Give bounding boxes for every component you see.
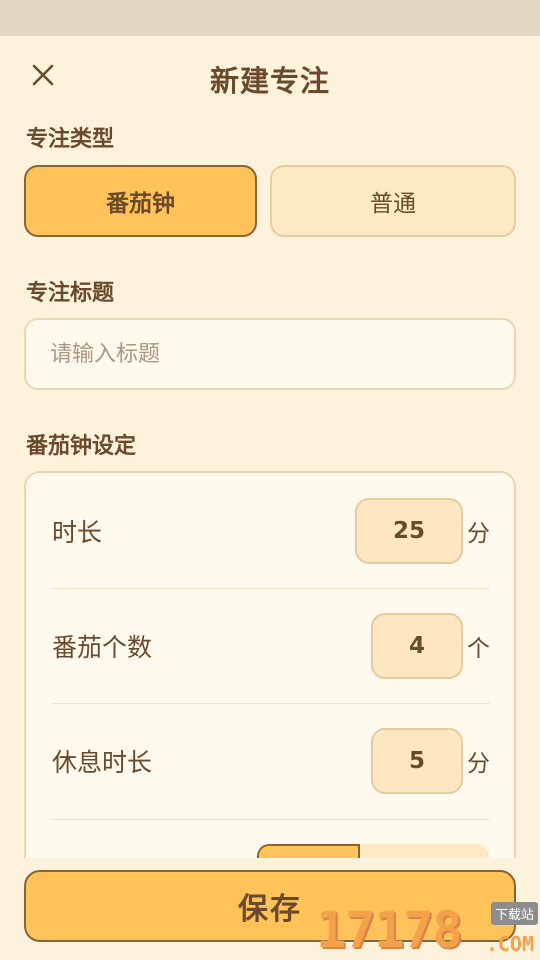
duration-value-input[interactable]: 25 <box>355 498 463 564</box>
setting-label-duration: 时长 <box>52 518 103 547</box>
setting-row-count: 番茄个数 4 个 <box>52 588 490 704</box>
count-value-input[interactable]: 4 <box>371 613 463 679</box>
duration-unit: 分 <box>467 521 490 547</box>
pomodoro-settings-card: 时长 25 分 番茄个数 4 个 休息时长 5 分 <box>24 471 516 891</box>
status-bar <box>0 0 540 36</box>
break-value-input[interactable]: 5 <box>371 728 463 794</box>
setting-label-break: 休息时长 <box>52 748 153 777</box>
setting-row-break: 休息时长 5 分 <box>52 703 490 819</box>
watermark-logo: 17178 .COM 下载站 <box>316 898 540 960</box>
type-option-pomodoro[interactable]: 番茄钟 <box>24 165 257 237</box>
focus-type-label: 专注类型 <box>26 127 115 152</box>
pomodoro-settings-label: 番茄钟设定 <box>26 434 137 459</box>
divider <box>52 819 490 820</box>
count-unit: 个 <box>467 636 490 662</box>
break-unit: 分 <box>467 751 490 777</box>
setting-row-duration: 时长 25 分 <box>52 473 490 589</box>
focus-title-label: 专注标题 <box>26 281 115 306</box>
setting-label-count: 番茄个数 <box>52 633 153 662</box>
watermark-dotcom: .COM <box>485 932 534 956</box>
watermark-digits: 17178 <box>316 901 463 959</box>
focus-title-input[interactable] <box>24 318 516 390</box>
header: 新建专注 <box>0 36 540 122</box>
type-option-normal[interactable]: 普通 <box>270 165 516 237</box>
page-title: 新建专注 <box>209 64 330 98</box>
watermark-tag: 下载站 <box>490 902 538 925</box>
